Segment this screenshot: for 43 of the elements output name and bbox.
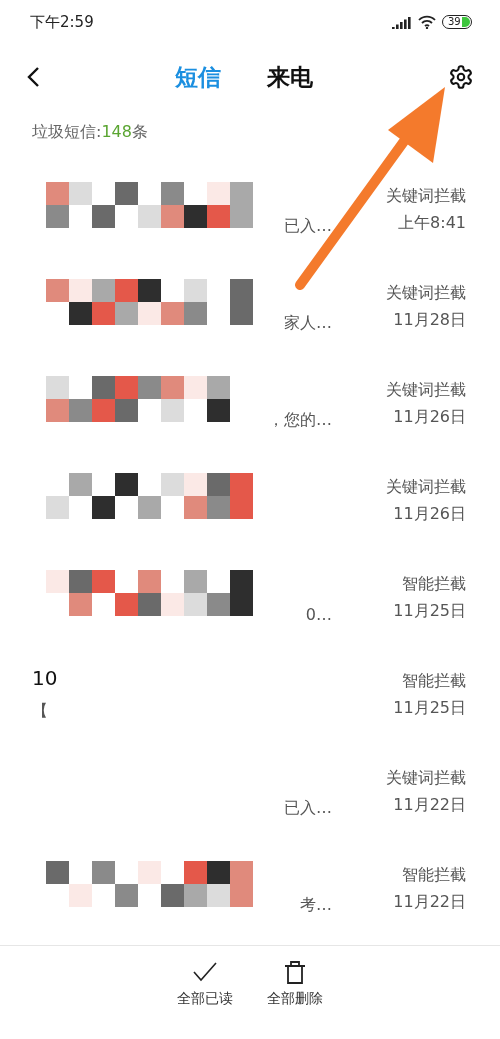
- filter-label: 关键词拦截: [386, 185, 466, 207]
- sender-text: 10: [32, 665, 58, 690]
- filter-label: 智能拦截: [402, 670, 466, 692]
- filter-label: 关键词拦截: [386, 476, 466, 498]
- message-item[interactable]: 已入… 关键词拦截 11月22日: [0, 743, 500, 840]
- preview-text: 已入…: [284, 798, 332, 819]
- message-item[interactable]: 0… 智能拦截 11月25日: [0, 549, 500, 646]
- message-time: 11月22日: [393, 891, 466, 913]
- message-time: 11月25日: [393, 697, 466, 719]
- preview-text: 【: [32, 701, 48, 722]
- spam-count-text: 垃圾短信:148条: [31, 121, 149, 143]
- message-item[interactable]: 关键词拦截 11月26日: [0, 452, 500, 549]
- trash-icon: [284, 960, 306, 984]
- message-item[interactable]: ，您的… 关键词拦截 11月26日: [0, 355, 500, 452]
- message-time: 11月25日: [393, 600, 466, 622]
- filter-label: 关键词拦截: [386, 282, 466, 304]
- message-item[interactable]: 家人… 关键词拦截 11月28日: [0, 258, 500, 355]
- signal-icon: [392, 15, 412, 29]
- message-time: 11月26日: [393, 503, 466, 525]
- tab[interactable]: 来电: [267, 61, 313, 93]
- filter-label: 关键词拦截: [386, 379, 466, 401]
- back-button[interactable]: [26, 66, 40, 88]
- status-time: 下午2:59: [30, 12, 94, 32]
- delete-all-button[interactable]: 全部删除: [267, 960, 323, 1018]
- wifi-icon: [418, 15, 436, 29]
- message-time: 11月22日: [393, 794, 466, 816]
- message-item[interactable]: 已入… 关键词拦截 上午8:41: [0, 161, 500, 258]
- preview-text: 考…: [300, 895, 332, 916]
- preview-text: 0…: [305, 605, 332, 624]
- mark-all-read-button[interactable]: 全部已读: [177, 960, 233, 1018]
- message-time: 上午8:41: [398, 212, 466, 234]
- preview-text: 已入…: [284, 216, 332, 237]
- filter-label: 智能拦截: [402, 573, 466, 595]
- preview-text: 家人…: [284, 313, 332, 334]
- filter-label: 智能拦截: [402, 864, 466, 886]
- settings-icon[interactable]: [448, 64, 474, 90]
- message-time: 11月26日: [393, 406, 466, 428]
- check-icon: [192, 960, 218, 984]
- filter-label: 关键词拦截: [386, 767, 466, 789]
- message-time: 11月28日: [393, 309, 466, 331]
- preview-text: ，您的…: [268, 410, 332, 431]
- message-item[interactable]: 10 【 智能拦截 11月25日: [0, 646, 500, 743]
- message-item[interactable]: 考… 智能拦截 11月22日: [0, 840, 500, 937]
